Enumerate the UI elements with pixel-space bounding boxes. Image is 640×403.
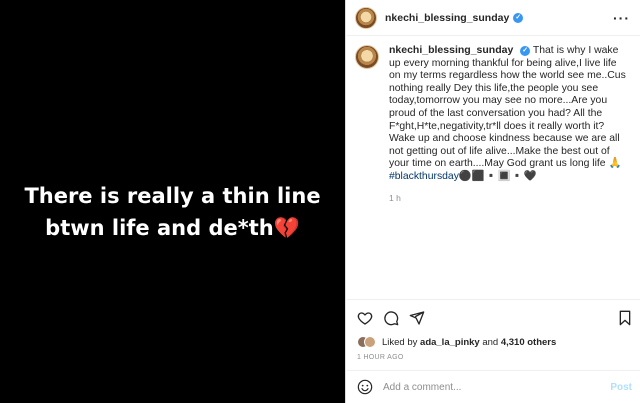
caption-emoji: ⚫⬛▪️🔳▪️🖤: [458, 170, 537, 182]
post-side-panel: nkechi_blessing_sunday ✓ ··· nkechi_bles…: [347, 0, 640, 403]
post-media[interactable]: There is really a thin line btwn life an…: [0, 0, 346, 403]
username-link[interactable]: nkechi_blessing_sunday: [385, 12, 509, 24]
likes-text: Liked by ada_la_pinky and 4,310 others: [382, 337, 556, 348]
post-header: nkechi_blessing_sunday ✓ ···: [347, 0, 640, 36]
liked-by-prefix: Liked by: [382, 336, 418, 348]
liker-avatars: [357, 336, 376, 348]
heart-icon[interactable]: [357, 310, 373, 326]
add-comment-bar: Post: [347, 370, 640, 403]
comment-input[interactable]: [383, 381, 611, 393]
liked-by-and: and: [482, 336, 499, 348]
action-bar: [347, 300, 640, 336]
avatar[interactable]: [355, 45, 379, 69]
caption-comment: nkechi_blessing_sunday ✓ That is why I w…: [347, 36, 640, 204]
caption-timestamp[interactable]: 1 h: [389, 192, 630, 205]
hashtag-link[interactable]: #blackthursday: [389, 171, 459, 182]
share-icon[interactable]: [409, 310, 425, 326]
media-text-overlay: There is really a thin line btwn life an…: [24, 183, 321, 240]
likes-summary: Liked by ada_la_pinky and 4,310 others: [347, 336, 640, 348]
caption-username[interactable]: nkechi_blessing_sunday: [389, 44, 513, 56]
liker-username-link[interactable]: ada_la_pinky: [420, 337, 480, 348]
comment-icon[interactable]: [383, 310, 399, 326]
avatar[interactable]: [355, 6, 377, 29]
avatar: [364, 336, 376, 348]
emoji-icon[interactable]: [357, 379, 373, 395]
post-comment-button[interactable]: Post: [610, 382, 632, 393]
caption-text: That is why I wake up every morning than…: [389, 45, 626, 170]
likes-count-link[interactable]: 4,310 others: [501, 337, 556, 348]
verified-icon: ✓: [513, 12, 524, 23]
post-timestamp[interactable]: 1 HOUR AGO: [347, 354, 640, 364]
more-options-button[interactable]: ···: [613, 10, 630, 26]
verified-icon: ✓: [520, 46, 531, 56]
bookmark-icon[interactable]: [618, 310, 632, 326]
caption-body: nkechi_blessing_sunday ✓ That is why I w…: [389, 44, 630, 204]
